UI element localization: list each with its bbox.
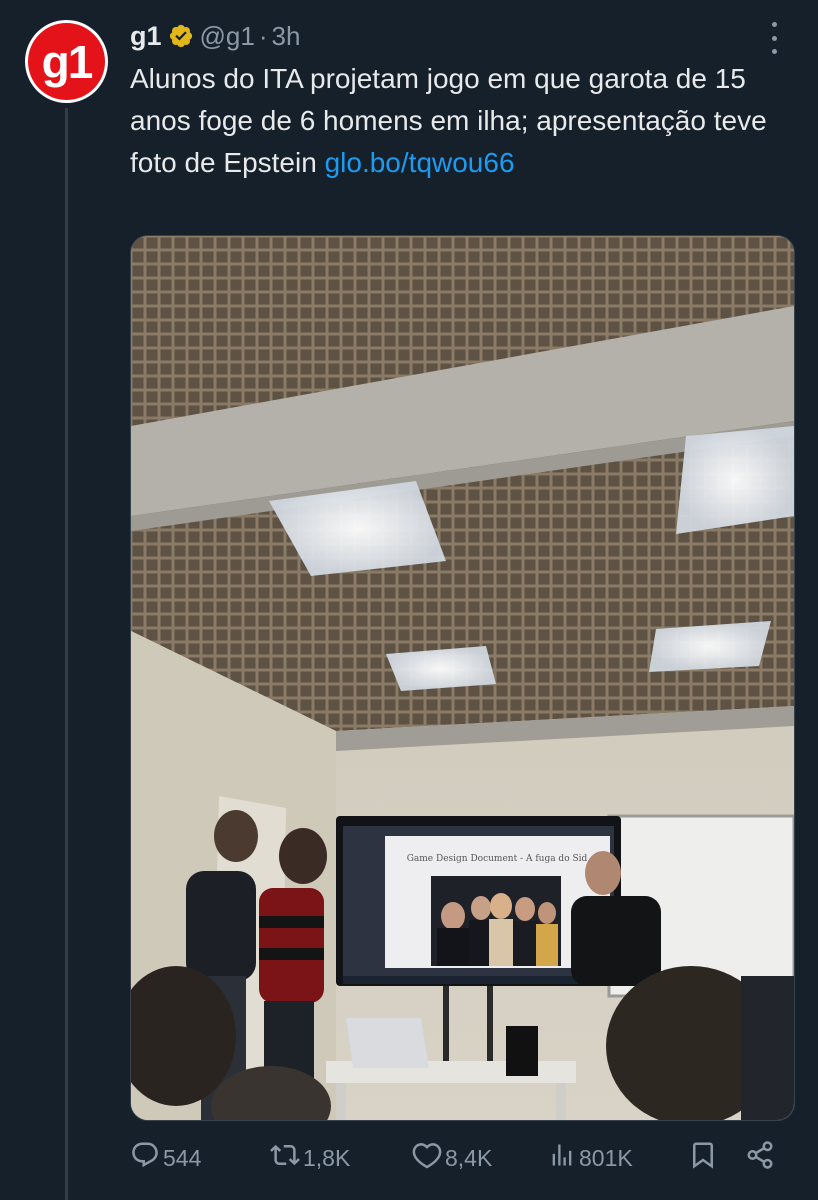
views-button[interactable]: 801K xyxy=(548,1138,633,1178)
g1-logo: g1 xyxy=(28,23,105,100)
classroom-photo: Game Design Document - A fuga do Sid xyxy=(131,236,794,1120)
reply-button[interactable]: 544 xyxy=(130,1138,201,1178)
author-name[interactable]: g1 xyxy=(130,21,162,52)
retweet-count: 1,8K xyxy=(303,1144,351,1171)
separator-dot: · xyxy=(258,20,268,51)
tweet-link[interactable]: glo.bo/tqwou66 xyxy=(325,147,515,178)
action-bar: 544 1,8K 8,4K 801K xyxy=(130,1138,790,1178)
heart-icon xyxy=(412,1140,445,1176)
author-handle[interactable]: @g1 xyxy=(200,21,255,52)
like-count: 8,4K xyxy=(445,1144,493,1171)
reply-icon xyxy=(130,1140,163,1176)
bookmark-icon xyxy=(688,1140,721,1176)
tweet-text: Alunos do ITA projetam jogo em que garot… xyxy=(130,58,800,184)
screen-title: Game Design Document - A fuga do Sid xyxy=(407,854,588,864)
reply-count: 544 xyxy=(163,1144,202,1171)
verified-badge-icon xyxy=(168,23,194,49)
avatar[interactable]: g1 xyxy=(25,20,108,103)
tweet-header: g1 @g1 · 3h xyxy=(130,18,300,54)
like-button[interactable]: 8,4K xyxy=(412,1138,492,1178)
more-options-icon[interactable] xyxy=(766,22,782,54)
tweet-photo[interactable]: Game Design Document - A fuga do Sid xyxy=(130,235,795,1121)
views-count: 801K xyxy=(579,1144,633,1171)
timestamp[interactable]: 3h xyxy=(272,21,301,52)
retweet-button[interactable]: 1,8K xyxy=(270,1138,350,1178)
thread-line xyxy=(65,108,68,1200)
views-icon xyxy=(548,1141,579,1175)
share-icon xyxy=(745,1140,778,1176)
share-button[interactable] xyxy=(745,1138,778,1178)
retweet-icon xyxy=(270,1140,303,1176)
bookmark-button[interactable] xyxy=(688,1138,721,1178)
